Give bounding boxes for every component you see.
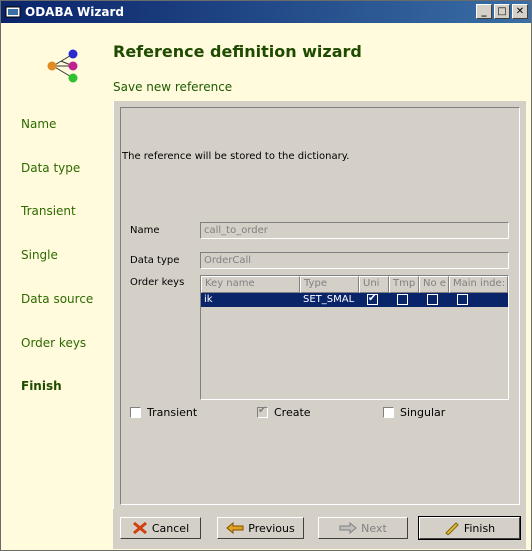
column-no-e[interactable]: No e (419, 276, 449, 293)
close-button[interactable]: ✕ (512, 4, 528, 19)
arrow-right-icon (339, 522, 357, 534)
singular-checkbox-label: Singular (400, 406, 446, 419)
odaba-logo-icon (47, 49, 78, 83)
app-icon (5, 6, 21, 18)
cancel-icon (132, 521, 147, 535)
minimize-button[interactable]: _ (476, 4, 492, 19)
finish-button-label: Finish (463, 521, 496, 535)
table-header: Key name Type Uni Tmp No e Main inde: (201, 276, 508, 293)
create-checkbox[interactable]: Create (257, 405, 311, 419)
step-transient: Transient (21, 204, 76, 218)
step-single: Single (21, 248, 58, 262)
column-uni[interactable]: Uni (359, 276, 389, 293)
create-checkbox-box[interactable] (257, 405, 268, 418)
previous-button-label: Previous (248, 521, 295, 535)
wizard-panel: The reference will be stored to the dict… (113, 101, 526, 509)
wizard-subtitle: Save new reference (113, 80, 233, 94)
create-checkbox-label: Create (274, 406, 311, 419)
column-key-name[interactable]: Key name (201, 276, 300, 293)
singular-checkbox-box[interactable] (383, 407, 394, 418)
next-button[interactable]: Next (318, 517, 408, 539)
info-text: The reference will be stored to the dict… (122, 151, 350, 162)
wizard-header: Reference definition wizard Save new ref… (1, 23, 531, 101)
order-keys-table[interactable]: Key name Type Uni Tmp No e Main inde: ik… (200, 275, 509, 400)
transient-checkbox-box[interactable] (130, 407, 141, 418)
cell-main-index-checkbox[interactable] (457, 294, 468, 305)
column-main-index[interactable]: Main inde: (449, 276, 508, 293)
name-field[interactable]: call_to_order (200, 222, 509, 239)
cell-key-name: ik (204, 294, 213, 305)
wizard-title: Reference definition wizard (113, 42, 362, 61)
transient-checkbox-label: Transient (147, 406, 198, 419)
column-type[interactable]: Type (300, 276, 359, 293)
step-data-source: Data source (21, 292, 94, 306)
table-row[interactable]: ik SET_SMAL (201, 293, 508, 307)
step-name: Name (21, 117, 57, 131)
cell-no-e-checkbox[interactable] (427, 294, 438, 305)
window-title: ODABA Wizard (25, 5, 124, 19)
arrow-left-icon (226, 522, 244, 534)
data-type-field[interactable]: OrderCall (200, 252, 509, 269)
cancel-button-label: Cancel (151, 521, 190, 535)
wizard-window: ODABA Wizard _ □ ✕ Reference definition … (0, 0, 532, 551)
name-label: Name (130, 225, 160, 236)
finish-button[interactable]: Finish (418, 516, 521, 540)
step-data-type: Data type (21, 161, 81, 175)
step-finish: Finish (21, 379, 62, 393)
finish-pen-icon (445, 522, 459, 535)
transient-checkbox[interactable]: Transient (130, 406, 197, 419)
title-bar: ODABA Wizard _ □ ✕ (1, 1, 531, 23)
column-tmp[interactable]: Tmp (389, 276, 419, 293)
data-type-label: Data type (130, 255, 180, 266)
order-keys-label: Order keys (130, 277, 185, 288)
cell-uni-checkbox[interactable] (367, 293, 378, 306)
cell-tmp-checkbox[interactable] (397, 294, 408, 305)
previous-button[interactable]: Previous (217, 517, 304, 539)
maximize-button[interactable]: □ (494, 4, 510, 19)
cancel-button[interactable]: Cancel (120, 517, 201, 539)
cell-type: SET_SMAL (303, 294, 355, 305)
button-bar: Cancel Previous Next Finish (113, 509, 526, 549)
step-order-keys: Order keys (21, 336, 87, 350)
next-button-label: Next (361, 521, 387, 535)
singular-checkbox[interactable]: Singular (383, 406, 445, 419)
